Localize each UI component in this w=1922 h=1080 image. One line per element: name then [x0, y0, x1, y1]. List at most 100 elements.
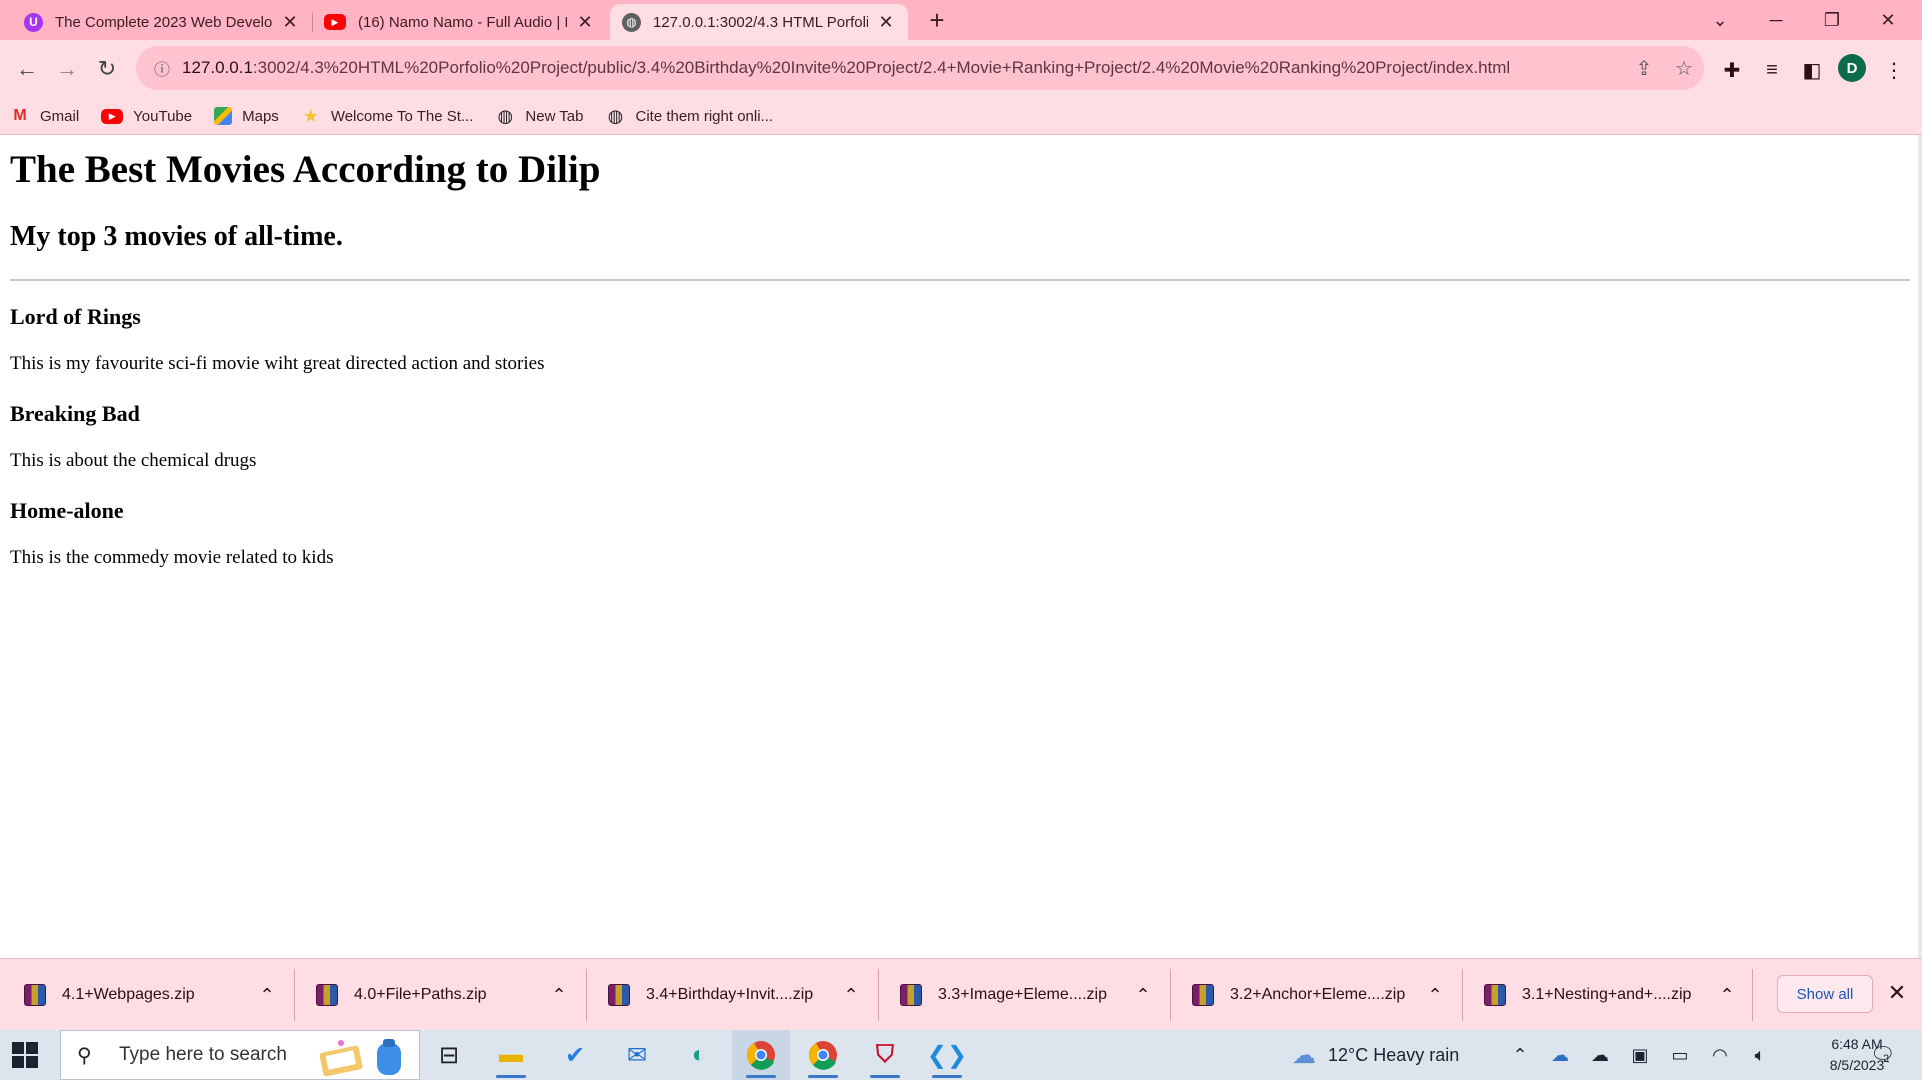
url-text[interactable]: 127.0.0.1:3002/4.3%20HTML%20Porfolio%20P… — [182, 58, 1624, 78]
download-filename: 4.0+File+Paths.zip — [354, 986, 487, 1003]
cloud-icon[interactable]: ☁ — [1580, 1045, 1620, 1066]
bookmark-label: Cite them right onli... — [635, 107, 774, 125]
menu-kebab-icon[interactable]: ⋮ — [1878, 54, 1910, 86]
bookmark-welcome[interactable]: ★ Welcome To The St... — [301, 106, 474, 126]
meet-now-icon[interactable]: ▣ — [1620, 1045, 1660, 1066]
chevron-up-icon[interactable]: ⌃ — [1128, 985, 1158, 1006]
bookmark-new-tab[interactable]: ◍ New Tab — [495, 105, 584, 126]
close-tab-icon[interactable]: ✕ — [876, 12, 896, 33]
chevron-up-icon[interactable]: ⌃ — [252, 985, 282, 1006]
file-explorer-icon[interactable]: ▬ — [482, 1030, 540, 1080]
show-hidden-icons-chevron-icon[interactable]: ⌃ — [1500, 1045, 1540, 1066]
chrome-icon[interactable] — [794, 1030, 852, 1080]
download-item[interactable]: 3.3+Image+Eleme....zip ⌃ — [876, 959, 1158, 1031]
download-filename: 3.2+Anchor+Eleme....zip — [1230, 986, 1406, 1003]
minimize-icon[interactable]: ─ — [1748, 0, 1804, 40]
extensions-icon[interactable]: ✚ — [1716, 54, 1748, 86]
vscode-icon[interactable]: ❮❯ — [918, 1030, 976, 1080]
close-window-icon[interactable]: ✕ — [1860, 0, 1916, 40]
winrar-zip-icon — [608, 984, 630, 1006]
maps-icon — [214, 107, 233, 125]
winrar-zip-icon — [316, 984, 338, 1006]
globe-icon: ◍ — [622, 12, 641, 32]
download-shelf: 4.1+Webpages.zip ⌃ 4.0+File+Paths.zip ⌃ … — [0, 958, 1922, 1030]
mail-icon[interactable]: ✉ — [608, 1030, 666, 1080]
tab-title: 127.0.0.1:3002/4.3 HTML Porfolio — [653, 13, 868, 31]
tab-udemy[interactable]: U The Complete 2023 Web Develop ✕ — [12, 4, 312, 40]
side-panel-icon[interactable]: ◧ — [1796, 54, 1828, 86]
download-filename: 3.1+Nesting+and+....zip — [1522, 986, 1692, 1003]
tab-title: (16) Namo Namo - Full Audio | K — [358, 13, 567, 31]
forward-icon[interactable]: → — [50, 52, 84, 86]
search-placeholder: Type here to search — [119, 1044, 287, 1065]
close-tab-icon[interactable]: ✕ — [575, 12, 595, 33]
youtube-icon: ▶ — [101, 108, 124, 124]
close-download-shelf-icon[interactable]: ✕ — [1884, 981, 1910, 1007]
weather-widget[interactable]: ☁ 12°C Heavy rain — [1292, 1030, 1459, 1080]
bookmark-label: YouTube — [133, 107, 193, 125]
bookmark-label: Welcome To The St... — [330, 107, 474, 125]
movie-title: Home-alone — [10, 498, 124, 523]
download-item[interactable]: 3.1+Nesting+and+....zip ⌃ — [1460, 959, 1742, 1031]
download-item[interactable]: 3.4+Birthday+Invit....zip ⌃ — [584, 959, 866, 1031]
notification-center-icon[interactable]: 🗨︎ 2 — [1870, 1042, 1900, 1068]
edge-icon[interactable]: ◐ — [670, 1030, 728, 1080]
bookmark-maps[interactable]: Maps — [214, 107, 279, 125]
todo-check-icon[interactable]: ✔ — [546, 1030, 604, 1080]
site-info-icon[interactable]: ⓘ — [142, 56, 182, 80]
wifi-icon[interactable]: ◠ — [1700, 1045, 1740, 1066]
system-tray: ⌃ ☁ ☁ ▣ ▭ ◠ 🔈︎ — [1500, 1030, 1780, 1080]
download-filename: 3.3+Image+Eleme....zip — [938, 986, 1107, 1003]
download-item[interactable]: 4.1+Webpages.zip ⌃ — [0, 959, 282, 1031]
volume-icon[interactable]: 🔈︎ — [1740, 1045, 1780, 1066]
reload-icon[interactable]: ↻ — [90, 52, 124, 86]
bookmarks-bar: M Gmail ▶ YouTube Maps ★ Welcome To The … — [10, 98, 795, 134]
chevron-up-icon[interactable]: ⌃ — [544, 985, 574, 1006]
windows-start-icon[interactable] — [12, 1042, 38, 1068]
winrar-zip-icon — [900, 984, 922, 1006]
notification-count: 2 — [1883, 1053, 1890, 1065]
bookmark-gmail[interactable]: M Gmail — [10, 106, 79, 126]
movie-description: This is about the chemical drugs — [10, 450, 257, 471]
address-bar[interactable]: ⓘ 127.0.0.1:3002/4.3%20HTML%20Porfolio%2… — [136, 46, 1704, 90]
bookmark-youtube[interactable]: ▶ YouTube — [101, 108, 192, 125]
mcafee-shield-icon[interactable]: ⛉ — [856, 1030, 914, 1080]
tab-search-chevron-icon[interactable]: ⌄ — [1692, 0, 1748, 40]
rain-cloud-icon: ☁ — [1292, 1041, 1316, 1069]
show-all-downloads-button[interactable]: Show all — [1777, 975, 1873, 1013]
search-icon: ⚲ — [77, 1044, 92, 1067]
profile-avatar[interactable]: D — [1838, 54, 1866, 82]
url-host: 127.0.0.1 — [182, 58, 253, 77]
globe-icon: ◍ — [497, 105, 514, 126]
star-icon: ★ — [302, 105, 319, 126]
chrome-profile-icon[interactable] — [732, 1030, 790, 1080]
chevron-up-icon[interactable]: ⌃ — [836, 985, 866, 1006]
media-controls-icon[interactable]: ≡ — [1756, 54, 1788, 86]
movie-description: This is the commedy movie related to kid… — [10, 547, 334, 568]
page-scrollbar[interactable] — [1918, 135, 1922, 958]
movie-title: Lord of Rings — [10, 304, 141, 329]
close-tab-icon[interactable]: ✕ — [280, 12, 300, 33]
chevron-up-icon[interactable]: ⌃ — [1712, 985, 1742, 1006]
battery-icon[interactable]: ▭ — [1660, 1045, 1700, 1066]
bookmark-cite-them-right[interactable]: ◍ Cite them right onli... — [605, 106, 773, 126]
bookmark-star-icon[interactable]: ☆ — [1664, 56, 1704, 81]
onedrive-error-icon[interactable]: ☁ — [1540, 1045, 1580, 1066]
page-subtitle: My top 3 movies of all-time. — [10, 221, 343, 252]
tab-active-portfolio[interactable]: ◍ 127.0.0.1:3002/4.3 HTML Porfolio ✕ — [610, 4, 908, 40]
taskbar-search-box[interactable]: ⚲ Type here to search — [60, 1030, 420, 1080]
tab-youtube[interactable]: ▶ (16) Namo Namo - Full Audio | K ✕ — [312, 4, 607, 40]
new-tab-button[interactable]: + — [922, 6, 952, 36]
restore-icon[interactable]: ❐ — [1804, 0, 1860, 40]
download-item[interactable]: 3.2+Anchor+Eleme....zip ⌃ — [1168, 959, 1450, 1031]
movie-description: This is my favourite sci-fi movie wiht g… — [10, 353, 545, 374]
download-divider — [1752, 969, 1753, 1021]
web-page-content: The Best Movies According to Dilip My to… — [0, 135, 1922, 958]
back-icon[interactable]: ← — [10, 52, 44, 86]
page-title: The Best Movies According to Dilip — [10, 148, 601, 191]
task-view-icon[interactable]: ⊟ — [420, 1030, 478, 1080]
download-item[interactable]: 4.0+File+Paths.zip ⌃ — [292, 959, 574, 1031]
share-icon[interactable]: ⇪ — [1624, 56, 1664, 81]
chevron-up-icon[interactable]: ⌃ — [1420, 985, 1450, 1006]
url-path: :3002/4.3%20HTML%20Porfolio%20Project/pu… — [252, 58, 1511, 77]
